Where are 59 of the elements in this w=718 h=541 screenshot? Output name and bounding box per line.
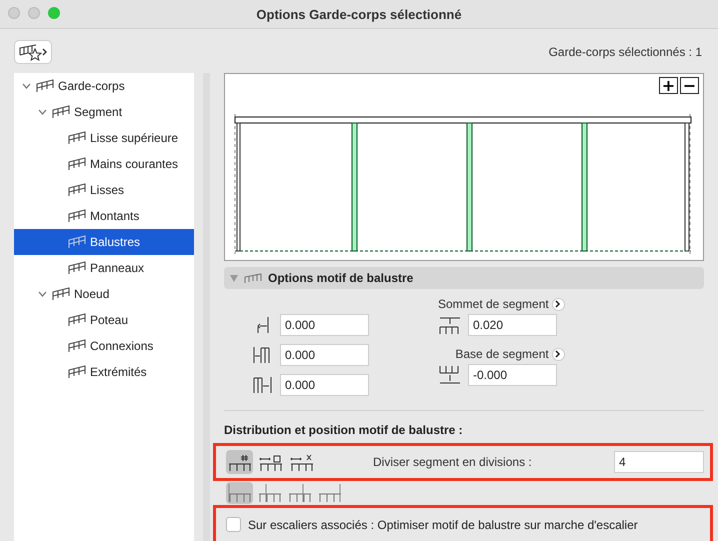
section-header[interactable]: Options motif de balustre bbox=[224, 267, 704, 289]
segment-base-label: Base de segment bbox=[455, 347, 549, 361]
railing-icon bbox=[52, 105, 70, 119]
window-title: Options Garde-corps sélectionné bbox=[256, 6, 462, 22]
stairs-option-label: Sur escaliers associés : Optimiser motif de balustre sur marche d'escalier bbox=[248, 518, 638, 532]
railing-icon bbox=[52, 287, 70, 301]
tree-item[interactable]: Montants bbox=[14, 203, 194, 229]
railing-icon bbox=[68, 261, 86, 275]
more-button[interactable] bbox=[552, 348, 565, 360]
railing-icon bbox=[68, 365, 86, 379]
top-offset-field[interactable]: 0.020 bbox=[468, 314, 557, 336]
tree-item[interactable]: Garde-corps bbox=[14, 73, 194, 99]
chevron-icon bbox=[555, 350, 562, 358]
position-button[interactable] bbox=[316, 482, 343, 504]
chevron-icon[interactable] bbox=[22, 83, 30, 89]
top-offset-icon bbox=[438, 315, 462, 335]
offset-icon bbox=[252, 375, 274, 395]
segment-top-label: Sommet de segment bbox=[438, 297, 549, 311]
more-button[interactable] bbox=[552, 298, 565, 310]
railing-icon bbox=[68, 339, 86, 353]
zoom-out-button[interactable]: − bbox=[680, 77, 699, 94]
tree-item[interactable]: Poteau bbox=[14, 307, 194, 333]
tree-item[interactable]: Lisses bbox=[14, 177, 194, 203]
baluster-icon bbox=[244, 272, 262, 284]
offset-field[interactable]: 0.000 bbox=[280, 374, 369, 396]
tree-item[interactable]: Connexions bbox=[14, 333, 194, 359]
tree-item[interactable]: Panneaux bbox=[14, 255, 194, 281]
tree-item[interactable]: Balustres bbox=[14, 229, 194, 255]
zoom-in-button[interactable]: + bbox=[659, 77, 678, 94]
base-offset-field[interactable]: -0.000 bbox=[468, 364, 557, 386]
position-button[interactable] bbox=[256, 482, 283, 504]
selection-count: Garde-corps sélectionnés : 1 bbox=[548, 45, 702, 59]
chevron-icon bbox=[555, 300, 562, 308]
distribution-title: Distribution et position motif de balustre : bbox=[224, 423, 464, 437]
position-button[interactable] bbox=[286, 482, 313, 504]
tree-item[interactable]: Mains courantes bbox=[14, 151, 194, 177]
railing-icon bbox=[68, 209, 86, 223]
chevron-icon[interactable] bbox=[38, 291, 46, 297]
chevron-icon[interactable] bbox=[38, 109, 46, 115]
disclosure-icon bbox=[230, 274, 238, 282]
base-offset-icon bbox=[438, 365, 462, 385]
railing-icon bbox=[68, 235, 86, 249]
position-button[interactable] bbox=[226, 482, 253, 504]
railing-icon bbox=[36, 79, 54, 93]
divisions-label: Diviser segment en divisions : bbox=[373, 455, 532, 469]
railing-icon bbox=[68, 157, 86, 171]
offset-field[interactable]: 0.000 bbox=[280, 314, 369, 336]
railing-icon bbox=[68, 313, 86, 327]
railing-icon bbox=[68, 131, 86, 145]
offset-field[interactable]: 0.000 bbox=[280, 344, 369, 366]
divisions-field[interactable]: 4 bbox=[614, 451, 704, 473]
tree-item[interactable]: Noeud bbox=[14, 281, 194, 307]
checkbox[interactable] bbox=[226, 517, 241, 532]
railing-icon bbox=[68, 183, 86, 197]
distribution-mode-button[interactable] bbox=[226, 450, 253, 474]
tree-item[interactable]: Extrémités bbox=[14, 359, 194, 385]
tree-item[interactable]: Segment bbox=[14, 99, 194, 125]
tree-item[interactable]: Lisse supérieure bbox=[14, 125, 194, 151]
favorites-button[interactable] bbox=[14, 40, 52, 64]
